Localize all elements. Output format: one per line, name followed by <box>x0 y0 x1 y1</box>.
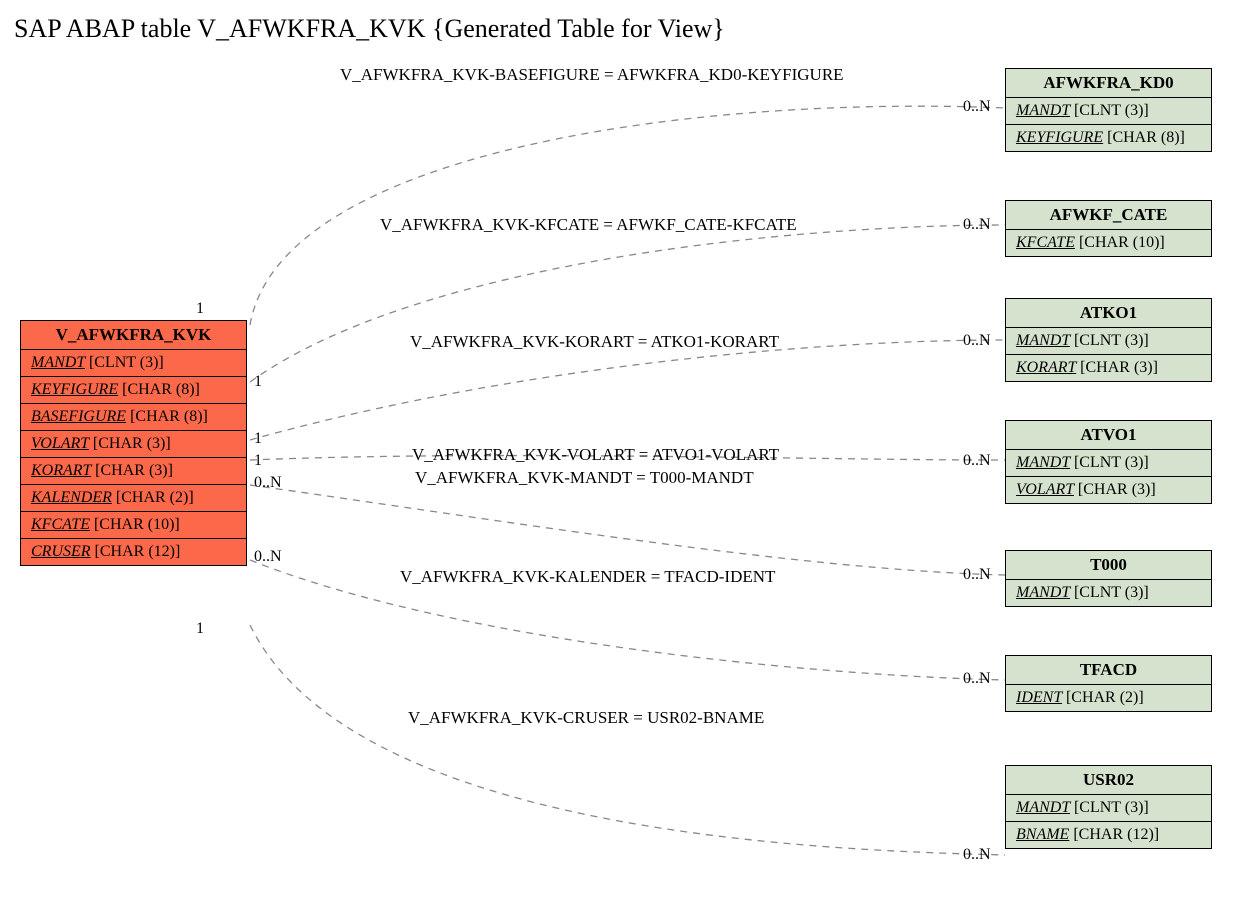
cardinality: 0..N <box>254 474 282 492</box>
entity-field: MANDT [CLNT (3)] <box>1006 328 1211 355</box>
entity-atko1: ATKO1 MANDT [CLNT (3)] KORART [CHAR (3)] <box>1005 298 1212 382</box>
entity-field: KORART [CHAR (3)] <box>1006 355 1211 381</box>
entity-atvo1: ATVO1 MANDT [CLNT (3)] VOLART [CHAR (3)] <box>1005 420 1212 504</box>
cardinality: 0..N <box>963 332 991 350</box>
entity-field: MANDT [CLNT (3)] <box>1006 450 1211 477</box>
cardinality: 0..N <box>963 452 991 470</box>
cardinality: 1 <box>196 300 204 318</box>
entity-t000: T000 MANDT [CLNT (3)] <box>1005 550 1212 607</box>
entity-header: ATVO1 <box>1006 421 1211 450</box>
entity-field: CRUSER [CHAR (12)] <box>21 539 246 565</box>
entity-header: AFWKFRA_KD0 <box>1006 69 1211 98</box>
entity-field: KEYFIGURE [CHAR (8)] <box>21 377 246 404</box>
entity-field: VOLART [CHAR (3)] <box>1006 477 1211 503</box>
entity-field: MANDT [CLNT (3)] <box>1006 795 1211 822</box>
cardinality: 1 <box>254 373 262 391</box>
cardinality: 0..N <box>963 846 991 864</box>
relation-label: V_AFWKFRA_KVK-VOLART = ATVO1-VOLART <box>412 445 779 465</box>
entity-field: KFCATE [CHAR (10)] <box>1006 230 1211 256</box>
relation-label: V_AFWKFRA_KVK-CRUSER = USR02-BNAME <box>408 708 764 728</box>
entity-main-header: V_AFWKFRA_KVK <box>21 321 246 350</box>
entity-header: USR02 <box>1006 766 1211 795</box>
page-title: SAP ABAP table V_AFWKFRA_KVK {Generated … <box>14 14 725 44</box>
relation-label: V_AFWKFRA_KVK-KORART = ATKO1-KORART <box>410 332 779 352</box>
entity-header: AFWKF_CATE <box>1006 201 1211 230</box>
entity-field: KALENDER [CHAR (2)] <box>21 485 246 512</box>
entity-tfacd: TFACD IDENT [CHAR (2)] <box>1005 655 1212 712</box>
cardinality: 0..N <box>963 98 991 116</box>
entity-field: MANDT [CLNT (3)] <box>21 350 246 377</box>
entity-field: BASEFIGURE [CHAR (8)] <box>21 404 246 431</box>
entity-usr02: USR02 MANDT [CLNT (3)] BNAME [CHAR (12)] <box>1005 765 1212 849</box>
cardinality: 0..N <box>963 670 991 688</box>
entity-header: ATKO1 <box>1006 299 1211 328</box>
cardinality: 0..N <box>963 216 991 234</box>
entity-field: MANDT [CLNT (3)] <box>1006 580 1211 606</box>
relation-label: V_AFWKFRA_KVK-KALENDER = TFACD-IDENT <box>400 567 775 587</box>
entity-field: KEYFIGURE [CHAR (8)] <box>1006 125 1211 151</box>
relation-label: V_AFWKFRA_KVK-KFCATE = AFWKF_CATE-KFCATE <box>380 215 797 235</box>
entity-field: KFCATE [CHAR (10)] <box>21 512 246 539</box>
cardinality: 1 <box>254 452 262 470</box>
cardinality: 1 <box>254 430 262 448</box>
entity-field: MANDT [CLNT (3)] <box>1006 98 1211 125</box>
entity-field: KORART [CHAR (3)] <box>21 458 246 485</box>
entity-header: TFACD <box>1006 656 1211 685</box>
entity-main: V_AFWKFRA_KVK MANDT [CLNT (3)] KEYFIGURE… <box>20 320 247 566</box>
cardinality: 1 <box>196 620 204 638</box>
entity-field: IDENT [CHAR (2)] <box>1006 685 1211 711</box>
entity-field: BNAME [CHAR (12)] <box>1006 822 1211 848</box>
entity-afwkfra-kd0: AFWKFRA_KD0 MANDT [CLNT (3)] KEYFIGURE [… <box>1005 68 1212 152</box>
relation-label: V_AFWKFRA_KVK-BASEFIGURE = AFWKFRA_KD0-K… <box>340 65 844 85</box>
entity-header: T000 <box>1006 551 1211 580</box>
entity-afwkf-cate: AFWKF_CATE KFCATE [CHAR (10)] <box>1005 200 1212 257</box>
entity-field: VOLART [CHAR (3)] <box>21 431 246 458</box>
cardinality: 0..N <box>963 566 991 584</box>
relation-label: V_AFWKFRA_KVK-MANDT = T000-MANDT <box>415 468 754 488</box>
cardinality: 0..N <box>254 548 282 566</box>
